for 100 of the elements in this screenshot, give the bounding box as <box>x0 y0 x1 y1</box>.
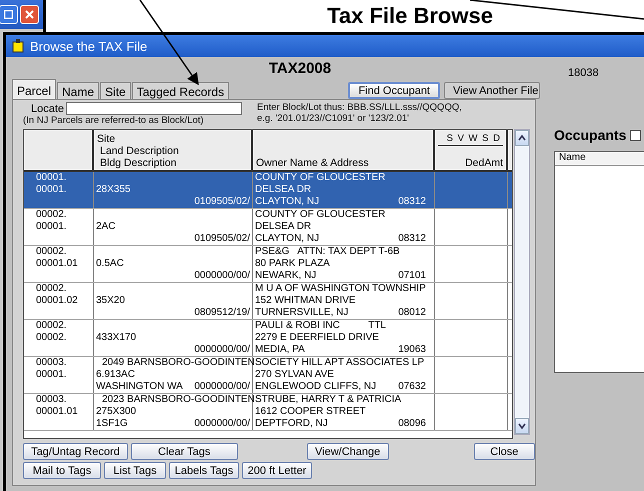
table-row[interactable]: 00002. 00002. 433X170 0000000/00/ PAULI & ROBI INC TTL 2279 E DEERFIELD DRIVE MEDIA, PA 19063 <box>24 320 512 357</box>
parcel-number: 00002. <box>36 320 67 332</box>
heading: Tax File Browse <box>326 3 494 29</box>
locate-hint: e.g. '201.01/23//C1091' or '123/2.01' <box>257 113 410 124</box>
owner-text: 270 SYLVAN AVE <box>255 369 334 381</box>
land-text: 275X300 <box>96 406 136 418</box>
column-header: Site <box>97 133 116 145</box>
view-file-button[interactable]: View Another File <box>444 82 540 99</box>
parcel-number: 00001.02 <box>36 295 78 307</box>
table-row[interactable]: 00002. 00001.02 35X20 0809512/19/ M U A OF WASHINGTON TOWNSHIP 152 WHITMAN DRIVE TURNERSVILLE, NJ 08012 <box>24 283 512 320</box>
table-row[interactable]: 00001. 00001. 28X355 0109505/02/ COUNTY OF GLOUCESTER DELSEA DR CLAYTON, NJ 08312 <box>24 172 512 209</box>
column-header: S V W S D <box>438 133 503 146</box>
maximize-icon <box>4 10 13 18</box>
close-icon <box>25 10 34 18</box>
parcel-number: 00002. <box>36 332 67 344</box>
table-row[interactable]: 00003. 00001.01 2023 BARNSBORO-GOODINTEN 275X300 1SF1G 0000000/00/ STRUBE, HARRY T & PATRICIA 1612 COOPER STREET DEPTFORD, NJ 08096 <box>24 394 512 431</box>
site-text: 2049 BARNSBORO-GOODINTEN <box>102 357 255 369</box>
owner-text: MEDIA, PA <box>255 344 305 356</box>
locate-field[interactable] <box>66 102 242 115</box>
table-row[interactable]: 00003. 00001. 2049 BARNSBORO-GOODINTEN 6.913AC WASHINGTON WA 0000000/00/ SOCIETY HILL APT ASSOCIATES LP 270 SYLVAN AVE ENGLEWOOD CLIFFS, NJ 07632 <box>24 357 512 394</box>
locate-hint: Enter Block/Lot thus: BBB.SS/LLL.sss//QQQQQ, <box>257 102 463 113</box>
owner-text: TURNERSVILLE, NJ <box>255 307 348 319</box>
file-name: TAX2008 <box>268 60 332 77</box>
code-text: 0109505/02/ <box>194 196 250 208</box>
action-button[interactable]: Close <box>474 443 535 460</box>
tab[interactable]: Parcel <box>12 79 56 99</box>
parcel-number: 00002. <box>36 246 67 258</box>
tab[interactable]: Name <box>57 82 100 99</box>
column-header: Land Description <box>99 145 180 157</box>
app-icon <box>12 39 24 53</box>
owner-text: ENGLEWOOD CLIFFS, NJ <box>255 381 376 393</box>
action-button[interactable]: Mail to Tags <box>23 462 101 479</box>
land-text: 35X20 <box>96 295 125 307</box>
code-text: 0000000/00/ <box>194 270 250 282</box>
owner-text: DEPTFORD, NJ <box>255 418 328 430</box>
code-text: 0109505/02/ <box>194 233 250 245</box>
owner-text: PSE&G ATTN: TAX DEPT T-6B <box>255 246 400 258</box>
land-text: 2AC <box>96 221 116 233</box>
owner-text: 2279 E DEERFIELD DRIVE <box>255 332 379 344</box>
action-button[interactable]: Labels Tags <box>169 462 239 479</box>
action-button[interactable]: Tag/Untag Record <box>23 443 128 460</box>
action-button[interactable]: Clear Tags <box>130 443 238 460</box>
owner-text: DELSEA DR <box>255 221 312 233</box>
scroll-down-button[interactable] <box>515 418 529 434</box>
owner-text: 152 WHITMAN DRIVE <box>255 295 356 307</box>
zip-text: 08312 <box>398 233 426 245</box>
action-button[interactable]: 200 ft Letter <box>242 462 312 479</box>
land-text: 6.913AC <box>96 369 135 381</box>
zip-text: 07632 <box>398 381 426 393</box>
owner-text: DELSEA DR <box>255 184 312 196</box>
building-text: 1SF1G <box>96 418 128 430</box>
column-header: Owner Name & Address <box>256 157 370 169</box>
parcel-number: 00001.01 <box>36 258 78 270</box>
locate-label: Locate <box>31 102 64 114</box>
table-row[interactable]: 00002. 00001. 2AC 0109505/02/ COUNTY OF GLOUCESTER DELSEA DR CLAYTON, NJ 08312 <box>24 209 512 246</box>
code-text: 0809512/19/ <box>194 307 250 319</box>
maximize-button[interactable] <box>0 4 18 24</box>
occupants-checkbox[interactable] <box>630 130 642 140</box>
zip-text: 08012 <box>398 307 426 319</box>
owner-text: COUNTY OF GLOUCESTER <box>255 209 386 221</box>
parcel-number: 00001. <box>36 172 67 184</box>
land-text: 0.5AC <box>96 258 124 270</box>
close-button[interactable] <box>20 4 39 24</box>
occupants-title: Occupants <box>554 127 626 143</box>
scrollbar[interactable] <box>514 129 530 435</box>
owner-text: PAULI & ROBI INC <box>255 320 340 332</box>
action-button[interactable]: View/Change <box>306 443 389 460</box>
owner-note: TTL <box>368 320 386 332</box>
zip-text: 19063 <box>398 344 426 356</box>
zip-text: 07101 <box>398 270 426 282</box>
zip-text: 08312 <box>398 196 426 208</box>
owner-text: SOCIETY HILL APT ASSOCIATES LP <box>255 357 424 369</box>
tab[interactable]: Site <box>100 82 131 99</box>
owner-text: M U A OF WASHINGTON TOWNSHIP <box>255 283 426 295</box>
tab[interactable]: Tagged Records <box>132 82 230 99</box>
parcel-number: 00001.01 <box>36 406 78 418</box>
locate-note: (In NJ Parcels are referred-to as Block/Lot) <box>23 115 205 126</box>
zip-text: 08096 <box>398 418 426 430</box>
table-row[interactable]: 00002. 00001.01 0.5AC 0000000/00/ PSE&G ATTN: TAX DEPT T-6B 80 PARK PLAZA NEWARK, NJ 07101 <box>24 246 512 283</box>
parcel-number: 00001. <box>36 369 67 381</box>
code-text: 0000000/00/ <box>194 344 250 356</box>
record-count: 18038 <box>568 67 600 81</box>
parcel-number: 00003. <box>36 357 67 369</box>
owner-text: CLAYTON, NJ <box>255 196 320 208</box>
code-text: 0000000/00/ <box>194 381 250 393</box>
owner-text: STRUBE, HARRY T & PATRICIA <box>255 394 402 406</box>
find-occupant-button[interactable]: Find Occupant <box>348 82 440 99</box>
code-text: 0000000/00/ <box>194 418 250 430</box>
owner-text: COUNTY OF GLOUCESTER <box>255 172 386 184</box>
building-text: WASHINGTON WA <box>96 381 183 393</box>
parcel-number: 00002. <box>36 283 67 295</box>
window-title: Browse the TAX File <box>30 38 148 54</box>
owner-text: 80 PARK PLAZA <box>255 258 330 270</box>
column-header: Bldg Description <box>99 157 178 169</box>
land-text: 28X355 <box>96 184 130 196</box>
action-button[interactable]: List Tags <box>104 462 166 479</box>
column-header: DedAmt <box>464 157 503 169</box>
scroll-up-button[interactable] <box>515 130 529 146</box>
site-text: 2023 BARNSBORO-GOODINTEN <box>102 394 255 406</box>
parcel-number: 00001. <box>36 184 67 196</box>
